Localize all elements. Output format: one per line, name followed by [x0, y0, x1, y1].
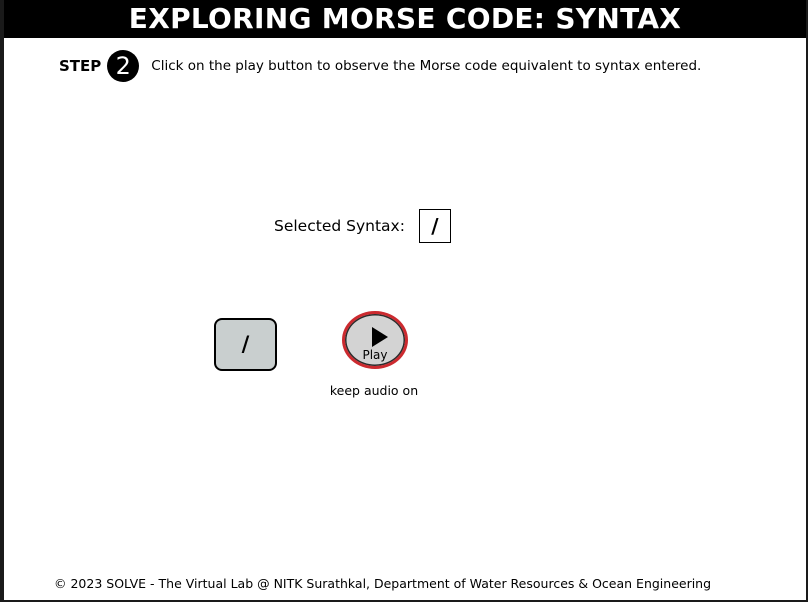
- app-window: EXPLORING MORSE CODE: SYNTAX STEP 2 Clic…: [0, 0, 808, 602]
- play-button[interactable]: Play: [342, 311, 408, 369]
- audio-note: keep audio on: [329, 383, 419, 398]
- syntax-key-button[interactable]: /: [214, 318, 277, 371]
- selected-syntax-value: /: [418, 208, 451, 243]
- step-instruction-text: Click on the play button to observe the …: [151, 58, 702, 74]
- play-triangle-icon: [372, 327, 388, 347]
- step-number-badge: 2: [107, 50, 140, 82]
- footer-copyright: © 2023 SOLVE - The Virtual Lab @ NITK Su…: [54, 576, 712, 591]
- page-title: EXPLORING MORSE CODE: SYNTAX: [4, 0, 806, 38]
- step-instruction: STEP 2 Click on the play button to obser…: [59, 50, 702, 82]
- step-label: STEP: [59, 57, 102, 75]
- play-button-label: Play: [362, 348, 388, 362]
- selected-syntax-label: Selected Syntax:: [274, 216, 405, 235]
- selected-syntax-row: Selected Syntax: /: [274, 207, 451, 244]
